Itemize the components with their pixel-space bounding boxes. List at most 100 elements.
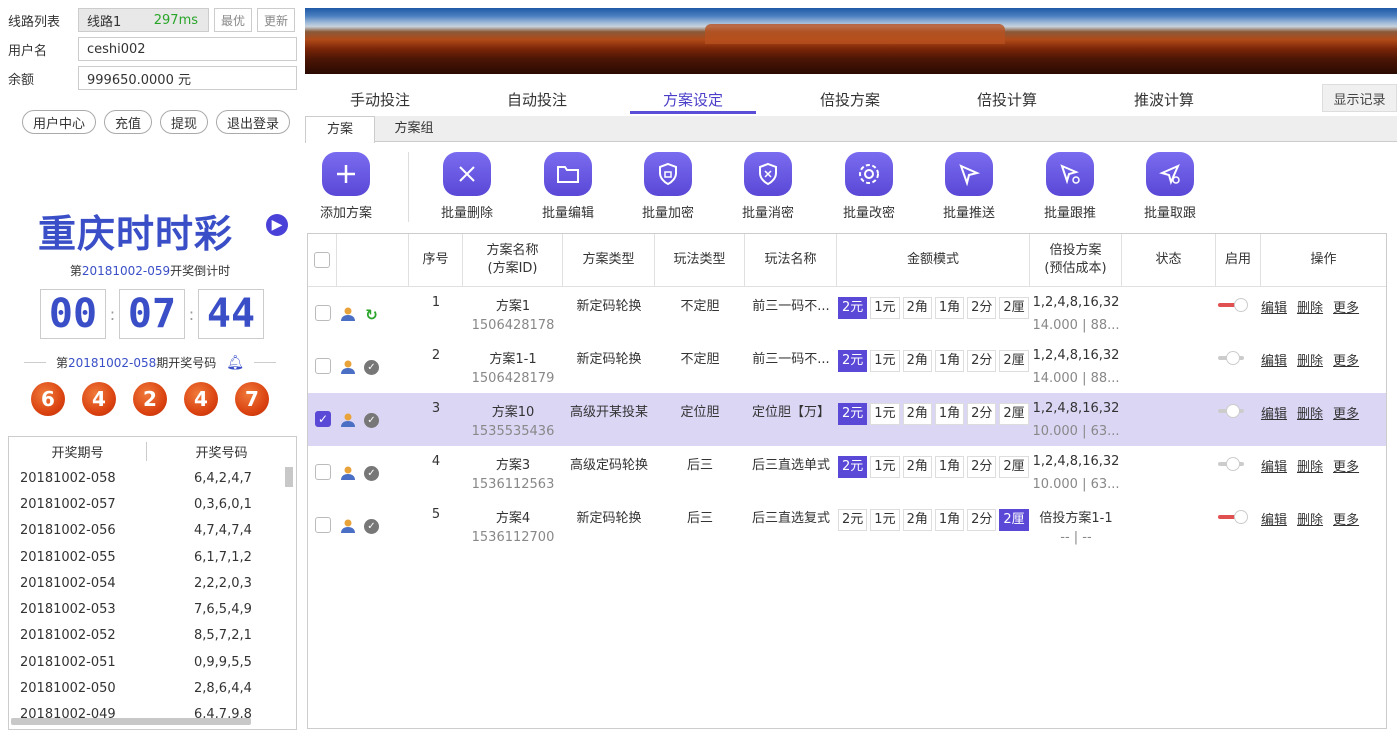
enable-toggle[interactable] <box>1218 298 1248 313</box>
amount-option[interactable]: 1元 <box>870 297 900 319</box>
amount-option[interactable]: 2元 <box>838 509 868 531</box>
edit-link[interactable]: 编辑 <box>1261 297 1287 316</box>
more-link[interactable]: 更多 <box>1333 509 1359 528</box>
amount-option[interactable]: 1角 <box>934 509 965 531</box>
amount-option[interactable]: 2厘 <box>999 509 1029 531</box>
amount-option[interactable]: 2元 <box>838 456 868 478</box>
chevron-right-icon[interactable]: ▶ <box>266 214 288 236</box>
batch-decrypt-button[interactable]: 批量消密 <box>723 152 813 221</box>
more-link[interactable]: 更多 <box>1333 297 1359 316</box>
amount-option[interactable]: 2厘 <box>999 456 1029 478</box>
amount-option[interactable]: 2元 <box>838 403 868 425</box>
sub-tabs: 方案 方案组 <box>305 116 1397 143</box>
more-link[interactable]: 更多 <box>1333 350 1359 369</box>
tab-push-calc[interactable]: 推波计算 <box>1101 86 1227 114</box>
route-name: 线路1 <box>87 14 122 30</box>
refresh-route-button[interactable]: 更新 <box>257 8 295 32</box>
withdraw-button[interactable]: 提现 <box>160 110 209 134</box>
amount-option[interactable]: 2分 <box>967 297 997 319</box>
row-checkbox[interactable] <box>315 464 331 480</box>
batch-push-button[interactable]: 批量推送 <box>924 152 1014 221</box>
delete-link[interactable]: 删除 <box>1297 509 1323 528</box>
best-route-button[interactable]: 最优 <box>214 8 252 32</box>
enable-toggle[interactable] <box>1218 510 1248 525</box>
lottery-title: 重庆时时彩 <box>38 212 234 256</box>
table-row[interactable]: ✓ 2 方案1-1 1506428179 新定码轮换 不定胆 前三一码不... … <box>308 340 1386 393</box>
table-row[interactable]: ↻ 1 方案1 1506428178 新定码轮换 不定胆 前三一码不... 2元… <box>308 287 1386 340</box>
batch-delete-button[interactable]: 批量删除 <box>422 152 512 221</box>
amount-option[interactable]: 2角 <box>902 403 932 425</box>
user-icon <box>341 360 355 374</box>
tab-plan-settings[interactable]: 方案设定 <box>630 86 756 114</box>
edit-link[interactable]: 编辑 <box>1261 350 1287 369</box>
row-checkbox[interactable] <box>315 358 331 374</box>
amount-option[interactable]: 2厘 <box>999 297 1029 319</box>
recharge-button[interactable]: 充值 <box>104 110 153 134</box>
edit-link[interactable]: 编辑 <box>1261 509 1287 528</box>
amount-option[interactable]: 1角 <box>934 403 965 425</box>
subtab-plan-group[interactable]: 方案组 <box>383 116 445 142</box>
amount-option[interactable]: 2厘 <box>999 350 1029 372</box>
tab-manual-bet[interactable]: 手动投注 <box>317 86 443 114</box>
horizontal-scrollbar[interactable] <box>11 718 251 725</box>
show-record-button[interactable]: 显示记录 <box>1322 84 1397 112</box>
batch-encrypt-button[interactable]: 批量加密 <box>623 152 713 221</box>
table-row[interactable]: ✓ 5 方案4 1536112700 新定码轮换 后三 后三直选复式 2元 1元 2… <box>308 499 1386 552</box>
draw-history-table[interactable]: 开奖期号 开奖号码 20181002-058 6,4,2,4,7 20181002… <box>8 436 297 730</box>
batch-edit-button[interactable]: 批量编辑 <box>523 152 613 221</box>
tab-multiplier-plan[interactable]: 倍投方案 <box>787 86 913 114</box>
amount-option[interactable]: 2元 <box>838 350 868 372</box>
amount-option[interactable]: 2分 <box>967 403 997 425</box>
tab-auto-bet[interactable]: 自动投注 <box>474 86 600 114</box>
batch-unfollow-button[interactable]: 批量取跟 <box>1125 152 1215 221</box>
row-checkbox[interactable]: ✓ <box>315 411 331 427</box>
tab-multiplier-calc[interactable]: 倍投计算 <box>944 86 1070 114</box>
delete-link[interactable]: 删除 <box>1297 350 1323 369</box>
delete-link[interactable]: 删除 <box>1297 297 1323 316</box>
select-all-checkbox[interactable] <box>314 252 330 268</box>
edit-link[interactable]: 编辑 <box>1261 403 1287 422</box>
more-link[interactable]: 更多 <box>1333 456 1359 475</box>
batch-unfollow-label: 批量取跟 <box>1143 206 1196 221</box>
history-period: 20181002-053 <box>20 602 116 618</box>
amount-option[interactable]: 1元 <box>870 350 900 372</box>
enable-toggle[interactable] <box>1218 457 1248 472</box>
amount-option[interactable]: 2角 <box>902 297 932 319</box>
amount-option[interactable]: 2分 <box>967 350 997 372</box>
more-link[interactable]: 更多 <box>1333 403 1359 422</box>
amount-option[interactable]: 2角 <box>902 350 932 372</box>
enable-toggle[interactable] <box>1218 351 1248 366</box>
add-plan-button[interactable]: 添加方案 <box>301 152 391 221</box>
route-select[interactable]: 线路1 297ms <box>78 8 209 32</box>
username-field[interactable]: ceshi002 <box>78 37 297 61</box>
amount-option[interactable]: 1角 <box>934 297 965 319</box>
amount-option[interactable]: 1元 <box>870 456 900 478</box>
amount-option[interactable]: 2角 <box>902 509 932 531</box>
delete-link[interactable]: 删除 <box>1297 456 1323 475</box>
batch-follow-button[interactable]: 批量跟推 <box>1025 152 1115 221</box>
countdown-period: 20181002-059 <box>81 264 171 278</box>
table-row[interactable]: ✓ ✓ 3 方案10 1535535436 高级开某投某 定位胆 定位胆【万】 … <box>308 393 1386 446</box>
amount-option[interactable]: 1角 <box>934 456 965 478</box>
amount-option[interactable]: 1元 <box>870 509 900 531</box>
row-checkbox[interactable] <box>315 305 331 321</box>
user-center-button[interactable]: 用户中心 <box>22 110 97 134</box>
amount-option[interactable]: 2元 <box>838 297 868 319</box>
delete-link[interactable]: 删除 <box>1297 403 1323 422</box>
bell-icon[interactable]: 🔔︎ <box>226 355 244 371</box>
batch-change-password-button[interactable]: 批量改密 <box>824 152 914 221</box>
amount-option[interactable]: 2厘 <box>999 403 1029 425</box>
amount-option[interactable]: 2角 <box>902 456 932 478</box>
refresh-icon: ↻ <box>364 305 379 324</box>
subtab-plan[interactable]: 方案 <box>305 116 375 143</box>
amount-option[interactable]: 1角 <box>934 350 965 372</box>
table-row[interactable]: ✓ 4 方案3 1536112563 高级定码轮换 后三 后三直选单式 2元 1元… <box>308 446 1386 499</box>
vertical-scrollbar[interactable] <box>285 467 293 487</box>
amount-option[interactable]: 1元 <box>870 403 900 425</box>
row-checkbox[interactable] <box>315 517 331 533</box>
logout-button[interactable]: 退出登录 <box>216 110 291 134</box>
amount-option[interactable]: 2分 <box>967 456 997 478</box>
amount-option[interactable]: 2分 <box>967 509 997 531</box>
enable-toggle[interactable] <box>1218 404 1248 419</box>
edit-link[interactable]: 编辑 <box>1261 456 1287 475</box>
